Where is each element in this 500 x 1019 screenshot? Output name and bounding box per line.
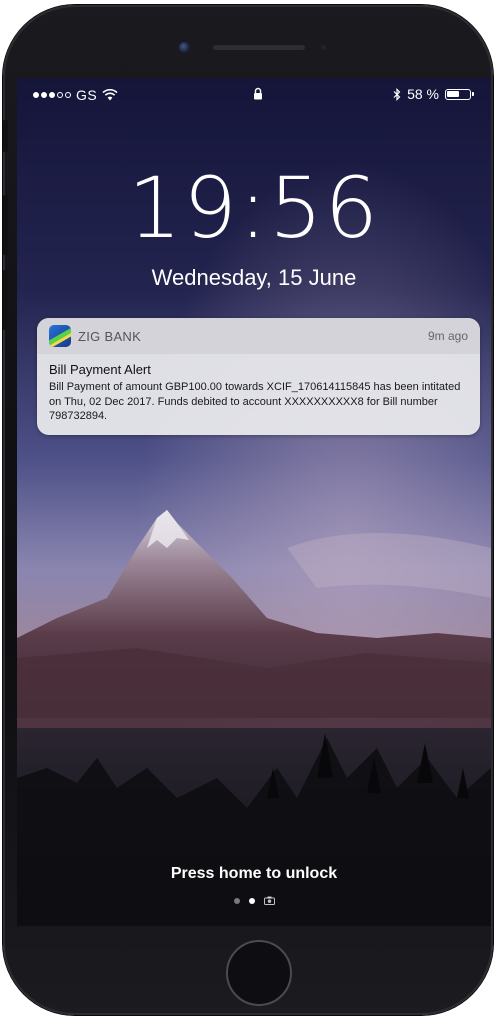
status-right-group: 58 % xyxy=(393,86,474,102)
wifi-icon xyxy=(102,89,118,101)
mute-switch[interactable] xyxy=(3,120,8,152)
volume-down-button[interactable] xyxy=(3,270,8,330)
notification-title: Bill Payment Alert xyxy=(49,362,151,377)
status-left-group: GS xyxy=(33,87,118,103)
battery-percentage: 58 % xyxy=(407,86,439,102)
lock-screen-date: Wednesday, 15 June xyxy=(151,265,357,290)
camera-icon[interactable] xyxy=(263,896,275,905)
notification-header: ZIG BANK 9m ago xyxy=(37,318,480,354)
lock-screen-time: 19:56 xyxy=(127,159,381,257)
lock-screen[interactable]: GS 58 % 19:56 Wednesday, 15 June ZIG BAN… xyxy=(17,78,491,926)
page-indicator[interactable] xyxy=(17,896,491,905)
notification-app-name: ZIG BANK xyxy=(78,328,142,344)
notification-time: 9m ago xyxy=(427,329,468,343)
page-dot-2[interactable] xyxy=(248,897,255,904)
notification-card[interactable]: ZIG BANK 9m ago Bill Payment Alert Bill … xyxy=(37,318,480,435)
notification-body: Bill Payment Alert Bill Payment of amoun… xyxy=(37,354,480,424)
phone-frame: GS 58 % 19:56 Wednesday, 15 June ZIG BAN… xyxy=(3,5,493,1015)
home-button[interactable] xyxy=(226,940,292,1006)
proximity-sensor xyxy=(321,45,326,50)
battery-icon xyxy=(445,88,474,100)
carrier-name: GS xyxy=(76,87,98,103)
lock-icon xyxy=(254,87,262,100)
status-bar: GS 58 % xyxy=(17,78,491,112)
earpiece-speaker xyxy=(213,45,305,50)
volume-up-button[interactable] xyxy=(3,195,8,255)
notification-message: Bill Payment of amount GBP100.00 towards… xyxy=(49,381,461,422)
page: GS 58 % 19:56 Wednesday, 15 June ZIG BAN… xyxy=(0,0,500,1019)
bluetooth-icon xyxy=(393,87,401,101)
front-camera xyxy=(179,42,190,53)
unlock-hint: Press home to unlock xyxy=(170,865,338,882)
signal-icon xyxy=(33,92,71,98)
page-dot-1[interactable] xyxy=(233,897,240,904)
zig-bank-app-icon xyxy=(49,325,71,347)
battery-level-fill xyxy=(447,90,459,97)
